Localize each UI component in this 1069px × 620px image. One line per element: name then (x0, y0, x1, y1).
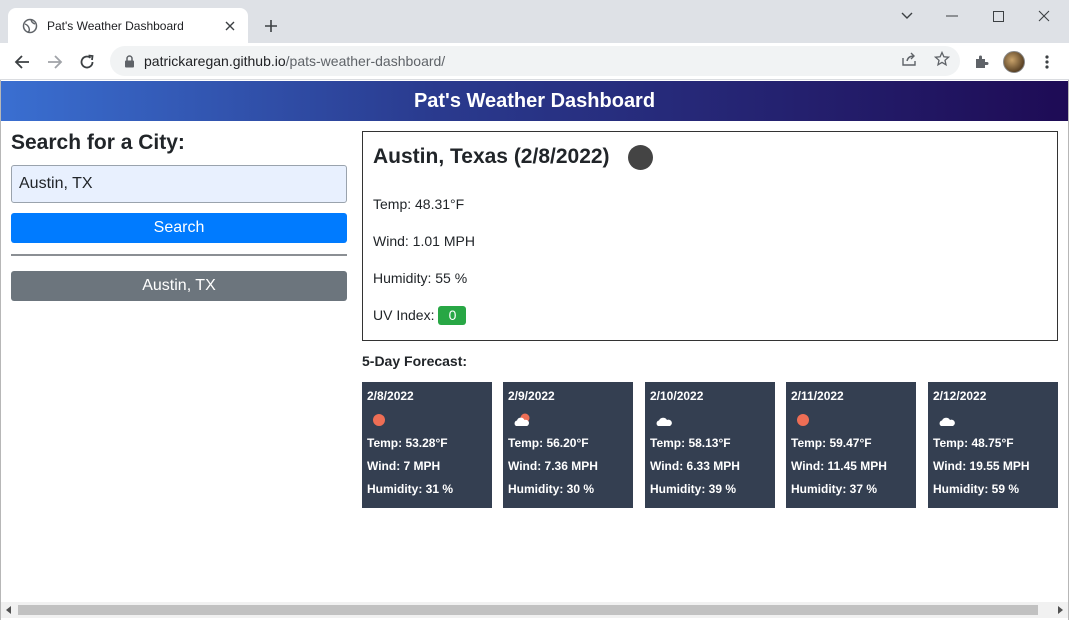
forecast-card: 2/9/2022 Temp: 56.20°F Wind: 7.36 MPH Hu… (503, 382, 633, 508)
partly-cloudy-icon (514, 413, 530, 426)
forecast-card: 2/11/2022 Temp: 59.47°F Wind: 11.45 MPH … (786, 382, 916, 508)
history-button-austin[interactable]: Austin, TX (11, 271, 347, 301)
forecast-temp: Temp: 56.20°F (508, 436, 589, 450)
forecast-humidity: Humidity: 31 % (367, 482, 454, 496)
forecast-date: 2/9/2022 (508, 389, 555, 403)
search-heading: Search for a City: (11, 131, 185, 154)
tab-strip: Pat's Weather Dashboard (0, 0, 1069, 43)
city-search-input[interactable] (11, 165, 347, 203)
current-title-row: Austin, Texas (2/8/2022) (373, 143, 1047, 171)
uv-index-badge: 0 (438, 305, 467, 325)
back-icon[interactable] (9, 49, 35, 75)
current-temp: Temp: 48.31°F (373, 196, 465, 212)
bookmark-star-icon[interactable] (932, 49, 952, 69)
forecast-wind: Wind: 7.36 MPH (508, 459, 598, 473)
tab-search-icon[interactable] (885, 4, 929, 28)
forecast-temp: Temp: 58.13°F (650, 436, 731, 450)
url-text: patrickaregan.github.io/pats-weather-das… (144, 53, 445, 69)
url-host: patrickaregan.github.io (144, 53, 286, 69)
forecast-date: 2/8/2022 (367, 389, 414, 403)
horizontal-scrollbar[interactable] (1, 602, 1068, 618)
more-menu-icon[interactable] (1036, 51, 1058, 73)
uv-index-label: UV Index: (373, 307, 435, 323)
forecast-wind: Wind: 11.45 MPH (791, 459, 887, 473)
page-header: Pat's Weather Dashboard (1, 81, 1068, 121)
sun-icon (373, 414, 385, 426)
cloud-icon (656, 417, 672, 426)
close-tab-icon[interactable] (222, 18, 238, 34)
forecast-temp: Temp: 48.75°F (933, 436, 1014, 450)
forecast-date: 2/11/2022 (791, 389, 844, 403)
scroll-right-arrow-icon[interactable] (1058, 606, 1063, 614)
forecast-card: 2/8/2022 Temp: 53.28°F Wind: 7 MPH Humid… (362, 382, 492, 508)
scrollbar-thumb[interactable] (18, 605, 1038, 615)
search-divider (11, 254, 347, 256)
forecast-humidity: Humidity: 39 % (650, 482, 737, 496)
forecast-card: 2/10/2022 Temp: 58.13°F Wind: 6.33 MPH H… (645, 382, 775, 508)
viewport-border-left (0, 80, 1, 620)
forecast-humidity: Humidity: 59 % (933, 482, 1020, 496)
forecast-title: 5-Day Forecast: (362, 353, 468, 369)
forecast-temp: Temp: 59.47°F (791, 436, 872, 450)
search-button[interactable]: Search (11, 213, 347, 243)
tab-title: Pat's Weather Dashboard (47, 18, 184, 33)
share-icon[interactable] (900, 49, 920, 69)
current-weather-title: Austin, Texas (2/8/2022) (373, 145, 610, 168)
address-bar[interactable]: patrickaregan.github.io/pats-weather-das… (110, 46, 960, 76)
globe-icon (22, 18, 38, 34)
lock-icon[interactable] (122, 54, 136, 68)
cloud-icon (939, 417, 955, 426)
scroll-left-arrow-icon[interactable] (6, 606, 11, 614)
search-panel: Search for a City: Search Austin, TX (11, 121, 347, 301)
uv-index-row: UV Index: 0 (373, 305, 1047, 325)
reload-icon[interactable] (74, 49, 100, 75)
weather-icon (627, 144, 653, 170)
forecast-card: 2/12/2022 Temp: 48.75°F Wind: 19.55 MPH … (928, 382, 1058, 508)
browser-tab[interactable]: Pat's Weather Dashboard (8, 8, 248, 43)
forecast-wind: Wind: 6.33 MPH (650, 459, 740, 473)
new-tab-icon[interactable] (260, 15, 282, 37)
forecast-wind: Wind: 7 MPH (367, 459, 441, 473)
current-humidity: Humidity: 55 % (373, 270, 468, 286)
forecast-wind: Wind: 19.55 MPH (933, 459, 1030, 473)
forecast-humidity: Humidity: 37 % (791, 482, 878, 496)
maximize-icon[interactable] (976, 4, 1020, 28)
url-path: /pats-weather-dashboard/ (285, 53, 446, 69)
current-weather-card: Austin, Texas (2/8/2022) Temp: 48.31°F W… (362, 131, 1058, 341)
close-window-icon[interactable] (1022, 4, 1066, 28)
forecast-temp: Temp: 53.28°F (367, 436, 448, 450)
minimize-icon[interactable] (930, 4, 974, 28)
forecast-date: 2/12/2022 (933, 389, 987, 403)
page-title: Pat's Weather Dashboard (413, 89, 656, 112)
sun-icon (797, 414, 809, 426)
profile-avatar[interactable] (1003, 51, 1025, 73)
forward-icon[interactable] (42, 49, 68, 75)
forecast-row: 2/8/2022 Temp: 53.28°F Wind: 7 MPH Humid… (362, 382, 1058, 508)
current-wind: Wind: 1.01 MPH (373, 233, 475, 249)
browser-toolbar: patrickaregan.github.io/pats-weather-das… (0, 43, 1069, 80)
extensions-icon[interactable] (971, 51, 993, 73)
forecast-date: 2/10/2022 (650, 389, 704, 403)
forecast-humidity: Humidity: 30 % (508, 482, 595, 496)
